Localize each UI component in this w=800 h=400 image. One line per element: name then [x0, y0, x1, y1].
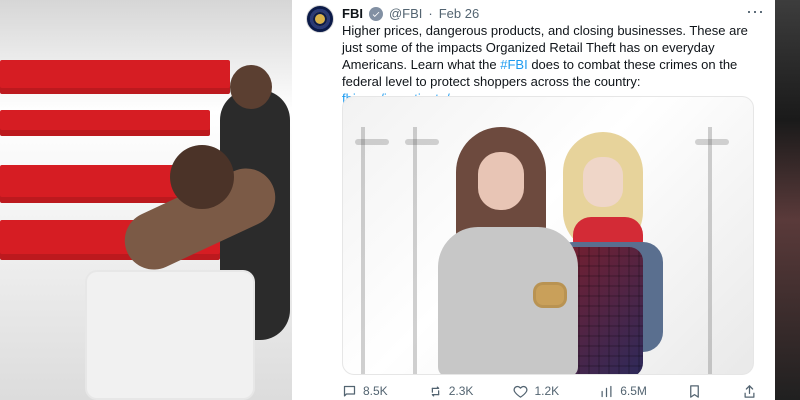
red-shelf — [0, 110, 210, 136]
reply-icon — [342, 384, 357, 399]
like-button[interactable]: 1.2K — [513, 384, 559, 399]
foreground-shirt — [85, 270, 255, 400]
reply-count: 8.5K — [363, 384, 388, 398]
like-count: 1.2K — [534, 384, 560, 398]
woman-foreground-face — [478, 152, 524, 210]
tweet-date[interactable]: Feb 26 — [439, 6, 479, 21]
tweet-text: Higher prices, dangerous products, and c… — [342, 22, 752, 107]
tweet-actions: 8.5K 2.3K 1.2K 6.5M — [342, 382, 757, 400]
handbag — [533, 282, 567, 308]
woman-background-face — [583, 157, 623, 207]
hashtag-link[interactable]: #FBI — [500, 57, 527, 72]
hanger — [695, 139, 729, 145]
views-button[interactable]: 6.5M — [599, 384, 647, 399]
share-button[interactable] — [742, 384, 757, 399]
tweet-header: FBI @FBI · Feb 26 — [342, 6, 479, 21]
reply-button[interactable]: 8.5K — [342, 384, 388, 399]
foreground-head — [170, 145, 234, 209]
share-icon — [742, 384, 757, 399]
like-icon — [513, 384, 528, 399]
left-photo — [0, 0, 292, 400]
views-count: 6.5M — [620, 384, 647, 398]
views-icon — [599, 384, 614, 399]
repost-count: 2.3K — [448, 384, 474, 398]
verified-icon — [368, 6, 383, 21]
avatar[interactable] — [306, 5, 334, 33]
repost-icon — [428, 384, 443, 399]
meta-separator: · — [428, 6, 433, 21]
red-shelf — [0, 60, 230, 94]
hanger — [405, 139, 439, 145]
woman-foreground — [438, 117, 578, 374]
more-icon[interactable]: ⋯ — [746, 2, 764, 23]
right-photo-strip — [775, 0, 800, 400]
clothing-rack — [413, 127, 417, 374]
fbi-seal-icon — [313, 12, 327, 26]
hanger — [355, 139, 389, 145]
background-person-head — [230, 65, 272, 109]
author-name[interactable]: FBI — [342, 6, 363, 21]
tweet-media[interactable] — [342, 96, 754, 375]
bookmark-icon — [687, 384, 702, 399]
clothing-rack — [708, 127, 712, 374]
verified-check-icon — [372, 11, 380, 17]
tweet-card: FBI @FBI · Feb 26 ⋯ Higher prices, dange… — [292, 0, 775, 400]
repost-button[interactable]: 2.3K — [428, 384, 474, 399]
bookmark-button[interactable] — [687, 384, 702, 399]
author-handle[interactable]: @FBI — [389, 6, 422, 21]
clothing-rack — [361, 127, 365, 374]
